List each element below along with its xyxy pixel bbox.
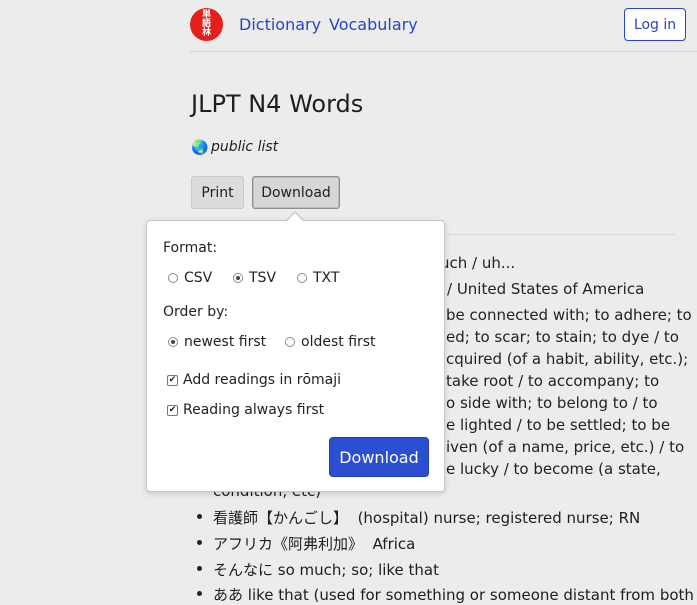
entry-text-fragment: cquired (of a habit, ability, etc.); — [446, 350, 689, 368]
radio-button-selected[interactable] — [233, 273, 243, 283]
word-meaning: like that (used for something or someone… — [247, 586, 694, 604]
format-label: Format: — [163, 240, 218, 256]
radio-button[interactable] — [285, 337, 295, 347]
checkbox-checked[interactable]: ✔ — [167, 404, 178, 416]
format-option-label: TXT — [313, 270, 340, 286]
checkbox-checked[interactable]: ✔ — [167, 374, 178, 386]
entry-text-fragment: o side with; to belong to / to — [446, 394, 658, 412]
list-item: アフリカ《阿弗利加》 Africa — [197, 533, 415, 554]
header-divider — [190, 51, 697, 52]
nav-vocabulary-link[interactable]: Vocabulary — [329, 15, 418, 34]
format-option-csv[interactable]: CSV — [168, 270, 212, 286]
download-toggle-button[interactable]: Download — [252, 176, 340, 209]
download-submit-button[interactable]: Download — [329, 437, 429, 477]
logo-char: 林 — [201, 28, 211, 38]
entry-text-fragment: iven (of a name, price, etc.) / to — [446, 438, 685, 456]
word-link[interactable]: そんなに — [213, 561, 273, 579]
radio-button[interactable] — [297, 273, 307, 283]
format-option-label: CSV — [184, 270, 213, 286]
page-title: JLPT N4 Words — [191, 90, 364, 118]
format-option-tsv[interactable]: TSV — [233, 270, 276, 286]
word-link[interactable]: 看護師【かんごし】 — [213, 509, 348, 527]
word-meaning: (hospital) nurse; registered nurse; RN — [357, 509, 641, 527]
list-item: ああ like that (used for something or some… — [197, 584, 694, 605]
order-label: Order by: — [163, 304, 229, 320]
order-option-oldest[interactable]: oldest first — [285, 334, 376, 350]
section-divider — [446, 234, 675, 235]
radio-button[interactable] — [168, 273, 178, 283]
top-navigation: 単 語 林 Dictionary Vocabulary Log in — [0, 0, 697, 52]
site-logo[interactable]: 単 語 林 — [190, 8, 223, 41]
entry-text-fragment: uch / uh... — [440, 254, 516, 272]
format-option-txt[interactable]: TXT — [297, 270, 339, 286]
order-option-newest[interactable]: newest first — [168, 334, 266, 350]
bullet — [197, 540, 202, 545]
list-item: 看護師【かんごし】 (hospital) nurse; registered n… — [197, 507, 640, 528]
checkbox-label: Reading always first — [183, 402, 325, 418]
romaji-checkbox[interactable]: ✔ Add readings in rōmaji — [167, 372, 341, 388]
entry-text-fragment: ed; to scar; to stain; to dye / to — [446, 328, 679, 346]
entry-text-fragment: e lighted / to be settled; to be — [446, 416, 671, 434]
visibility-label: public list — [211, 139, 279, 155]
globe-icon: 🌏 — [191, 140, 209, 156]
bullet — [197, 566, 202, 571]
radio-button-selected[interactable] — [168, 337, 178, 347]
entry-text-fragment: be connected with; to adhere; to — [446, 306, 692, 324]
login-button[interactable]: Log in — [624, 8, 686, 41]
format-option-label: TSV — [249, 270, 277, 286]
word-meaning: so much; so; like that — [277, 561, 440, 579]
nav-dictionary-link[interactable]: Dictionary — [239, 15, 321, 34]
bullet — [197, 591, 202, 596]
word-meaning: Africa — [372, 535, 416, 553]
checkbox-label: Add readings in rōmaji — [183, 372, 342, 388]
list-item: そんなに so much; so; like that — [197, 559, 439, 580]
entry-text-fragment: / United States of America — [447, 280, 645, 298]
bullet — [197, 514, 202, 519]
print-button[interactable]: Print — [191, 176, 244, 209]
reading-first-checkbox[interactable]: ✔ Reading always first — [167, 402, 324, 418]
entry-text-fragment: e lucky / to become (a state, — [446, 460, 661, 478]
popover-arrow-fill — [287, 212, 303, 221]
order-option-label: newest first — [184, 334, 267, 350]
word-link[interactable]: アフリカ《阿弗利加》 — [213, 535, 363, 553]
word-link[interactable]: ああ — [213, 586, 243, 604]
entry-text-fragment: take root / to accompany; to — [446, 372, 660, 390]
order-option-label: oldest first — [301, 334, 376, 350]
